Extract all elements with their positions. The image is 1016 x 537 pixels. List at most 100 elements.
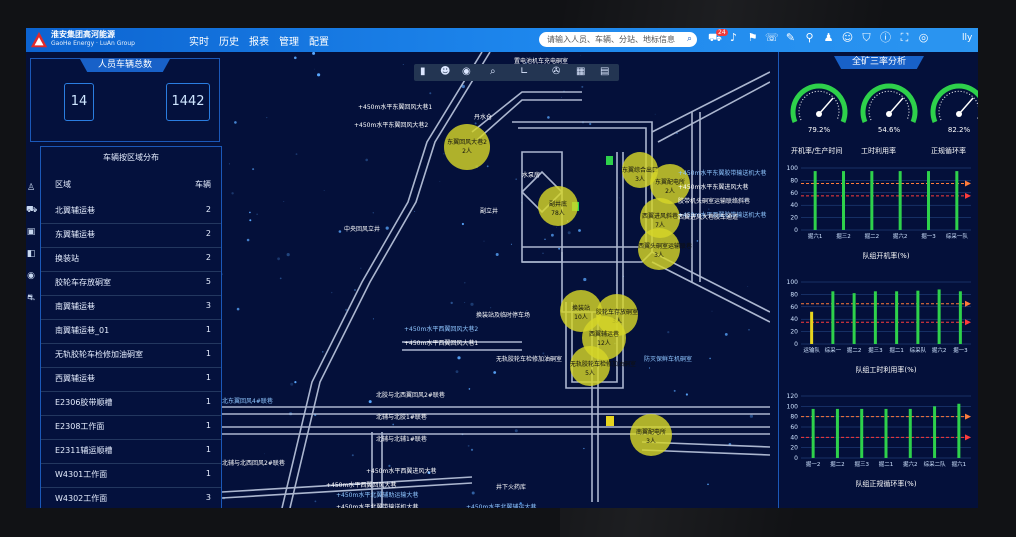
bar bbox=[895, 291, 899, 344]
person-count: 14 bbox=[64, 83, 94, 121]
table-row[interactable]: 南翼辅运巷_01 1 bbox=[41, 319, 221, 344]
map-toolbar: ▮ ☻ ◉ ⌕ ∟ ✇ ▦ ▤ bbox=[414, 64, 619, 81]
table-row[interactable]: E2311辅运顺槽 1 bbox=[41, 439, 221, 464]
bubble-count: 5人 bbox=[585, 370, 595, 377]
map-label: +450m水平西翼回风大巷 bbox=[326, 482, 397, 489]
rate-gauge: 79.2% bbox=[790, 83, 848, 134]
measure-icon[interactable]: ∟ bbox=[520, 66, 528, 77]
search-input[interactable]: 请输入人员、车辆、分站、地标信息 ⌕ bbox=[539, 32, 697, 47]
x-tick-label: 掘六2 bbox=[903, 460, 918, 468]
username[interactable]: lly bbox=[962, 33, 972, 43]
table-row[interactable]: 西翼辅运巷 1 bbox=[41, 367, 221, 392]
map-label: +450m水平西翼进风大巷 bbox=[366, 468, 437, 475]
side-toolbar: ♙ ⛟ ▣ ◧ ◉ ⛐ bbox=[26, 183, 37, 315]
table-row[interactable]: 无轨胶轮车检修加油硐室 1 bbox=[41, 343, 221, 368]
row-area: W4302工作面 bbox=[55, 494, 108, 503]
nav-realtime[interactable]: 实时 bbox=[189, 33, 209, 48]
zoom-icon[interactable]: ⌕ bbox=[490, 66, 496, 77]
nav-config[interactable]: 配置 bbox=[309, 33, 329, 48]
area-bubble[interactable]: 副井底 78人 bbox=[538, 186, 578, 226]
map-label: 西翼进风大巷胶车通道 bbox=[678, 214, 739, 221]
person-running-icon[interactable]: ♟ bbox=[822, 31, 835, 44]
phone-icon[interactable]: ☏ bbox=[765, 31, 779, 44]
bubble-count: 3人 bbox=[654, 252, 664, 259]
table-row[interactable]: W4301工作面 1 bbox=[41, 463, 221, 488]
row-area: E2311辅运顺槽 bbox=[55, 446, 113, 455]
map-label: +450m水平东翼回风大巷2 bbox=[354, 122, 429, 129]
bar bbox=[884, 408, 888, 458]
people-icon[interactable]: ☺ bbox=[841, 31, 854, 44]
bell-icon[interactable]: ♪ bbox=[727, 31, 740, 44]
nav-history[interactable]: 历史 bbox=[219, 33, 239, 48]
signal-icon[interactable]: ⚲ bbox=[803, 31, 816, 44]
x-tick-label: 掘二1 bbox=[879, 460, 894, 468]
rate-chart: 0 20 40 60 80 100 运输队 综采一 掘二2 掘三3 掘二1 综采队 掘六2 掘一3 队组工时… bbox=[787, 279, 971, 374]
bar bbox=[933, 406, 937, 458]
battery-icon[interactable]: ▮ bbox=[420, 66, 426, 77]
table-row[interactable]: 东翼辅运巷 2 bbox=[41, 223, 221, 248]
paint-icon[interactable]: ✇ bbox=[552, 66, 560, 77]
x-tick-label: 掘六1 bbox=[952, 460, 967, 468]
table-row[interactable]: W4302工作面 3 bbox=[41, 487, 221, 508]
y-tick-label: 0 bbox=[794, 341, 798, 348]
info-icon[interactable]: ⓘ bbox=[879, 31, 892, 44]
reference-arrow bbox=[965, 180, 971, 187]
y-tick-label: 40 bbox=[790, 434, 798, 441]
megaphone-icon[interactable]: ⚑ bbox=[746, 31, 759, 44]
rate-chart: 0 20 40 60 80 100 120 掘一2 掘二2 掘三3 掘二1 掘六2 综采二队 掘六1 队组正… bbox=[787, 393, 971, 488]
map-label: +450m水平东翼进风大巷 bbox=[678, 184, 749, 191]
car-icon[interactable]: ⛐ bbox=[26, 293, 36, 315]
user-icon[interactable]: ◎ bbox=[917, 31, 930, 44]
vehicle-icon[interactable]: ⛟ bbox=[26, 205, 37, 227]
bubble-count: 78人 bbox=[551, 210, 565, 217]
grid-icon[interactable]: ▦ bbox=[576, 66, 585, 77]
person-locate-icon[interactable]: ☻ bbox=[440, 66, 450, 77]
y-tick-label: 0 bbox=[794, 455, 798, 462]
area-bubble[interactable]: 东翼回风大巷2 2人 bbox=[444, 124, 490, 170]
nav-management[interactable]: 管理 bbox=[279, 33, 299, 48]
table-row[interactable]: 换装站 2 bbox=[41, 247, 221, 272]
chart-title: 队组工时利用率(%) bbox=[855, 365, 916, 374]
x-tick-label: 掘二1 bbox=[889, 346, 904, 354]
area-bubble[interactable]: 无轨胶轮车检修加油硐室 5人 bbox=[570, 346, 636, 386]
expand-icon[interactable]: ⛶ bbox=[898, 31, 911, 44]
map-label: 无轨胶轮车检修加油硐室 bbox=[496, 356, 563, 363]
row-area: 无轨胶轮车检修加油硐室 bbox=[55, 350, 143, 359]
mine-map[interactable] bbox=[222, 52, 770, 508]
layers-icon[interactable]: ▤ bbox=[600, 66, 609, 77]
bar bbox=[852, 293, 856, 344]
main-nav: 实时 历史 报表 管理 配置 bbox=[189, 28, 329, 52]
search-icon[interactable]: ⌕ bbox=[687, 34, 692, 44]
area-bubble[interactable]: 南翼配电所 3人 bbox=[630, 414, 672, 456]
table-row[interactable]: 胶轮车存放硐室 5 bbox=[41, 271, 221, 296]
map-label: 防灭保鲜车机硐室 bbox=[644, 356, 693, 363]
table-row[interactable]: 南翼辅运巷 3 bbox=[41, 295, 221, 320]
table-row[interactable]: E2306胶带顺槽 1 bbox=[41, 391, 221, 416]
map-label: 中央回风立井 bbox=[344, 226, 381, 233]
rate-chart: 0 20 40 60 80 100 掘六1 掘三2 掘二2 掘六2 掘一3 综采一队队组开机率(%) bbox=[787, 165, 971, 260]
rate-gauge: 82.2% bbox=[930, 83, 978, 134]
gauge-value: 54.6% bbox=[878, 126, 901, 134]
table-row[interactable]: E2308工作面 1 bbox=[41, 415, 221, 440]
bubble-name: 南翼配电所 bbox=[635, 429, 666, 436]
person-icon[interactable]: ♙ bbox=[26, 183, 36, 205]
area-bubble[interactable]: 西翼头硐室运输联巷 3人 bbox=[638, 228, 692, 270]
y-tick-label: 60 bbox=[790, 424, 798, 431]
camera-icon[interactable]: ◉ bbox=[26, 271, 36, 293]
nav-reports[interactable]: 报表 bbox=[249, 33, 269, 48]
bar bbox=[860, 408, 864, 458]
row-area: E2306胶带顺槽 bbox=[55, 398, 113, 407]
layer-icon[interactable]: ◧ bbox=[26, 249, 36, 271]
row-area: 南翼辅运巷 bbox=[55, 302, 95, 311]
bar bbox=[927, 171, 930, 230]
wrench-icon[interactable]: ✎ bbox=[784, 31, 797, 44]
station-icon[interactable]: ▣ bbox=[26, 227, 36, 249]
shield-icon[interactable]: ⛉ bbox=[860, 31, 873, 44]
row-count: 2 bbox=[205, 253, 211, 262]
table-row[interactable]: 北翼辅运巷 2 bbox=[41, 199, 221, 224]
eye-icon[interactable]: ◉ bbox=[462, 66, 471, 77]
map-label: 北辅与北西回风2#联巷 bbox=[222, 460, 285, 467]
bubble-count: 2人 bbox=[462, 148, 472, 155]
x-tick-label: 掘二2 bbox=[865, 232, 880, 240]
x-tick-label: 运输队 bbox=[803, 346, 820, 354]
